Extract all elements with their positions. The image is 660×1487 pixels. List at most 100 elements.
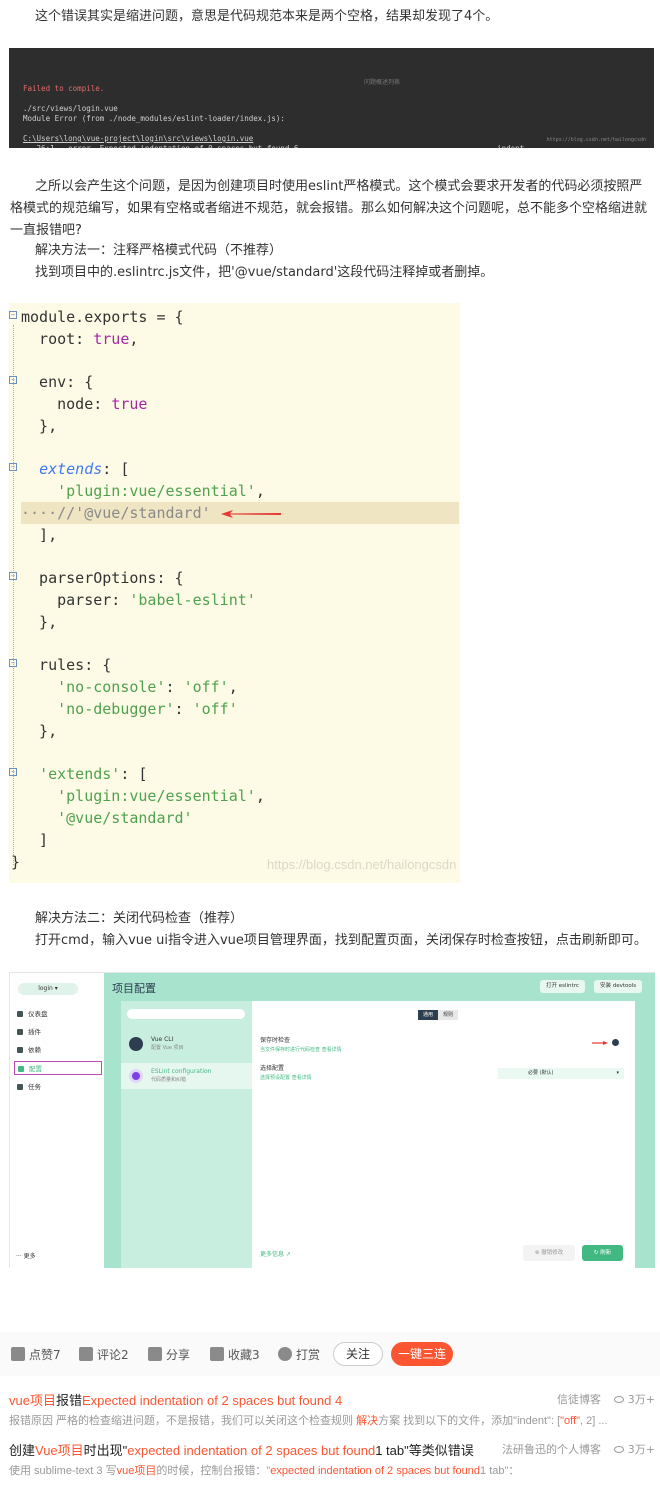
recommend-title[interactable]: 创建Vue项目时出现"expected indentation of 2 spa… <box>9 1440 474 1459</box>
project-selector[interactable]: login ▾ <box>18 983 78 995</box>
text-run: 使用 sublime-text 3 写 <box>9 1465 117 1477</box>
list-item-vue-cli[interactable]: Vue CLI 配置 Vue 项目 <box>121 1031 252 1057</box>
fold-icon[interactable]: − <box>9 572 17 580</box>
recommend-item[interactable]: 创建Vue项目时出现" expected indentation of 2 spa… <box>9 1440 655 1480</box>
text-run: 报错 <box>55 1393 82 1408</box>
article-toolbar: 点赞7 评论2 分享 收藏3 打赏 关注 一键三连 <box>0 1332 660 1376</box>
method1-heading: 解决方法一：注释严格模式代码（不推荐） <box>35 243 283 258</box>
vue-ui-sidebar: login ▾ 仪表盘 插件 依赖 配置 任务 ··· 更多 <box>10 973 104 1268</box>
sidebar-item-tasks[interactable]: 任务 <box>14 1080 102 1094</box>
more-info-link[interactable]: 更多信息 ↗ <box>260 1249 291 1258</box>
method2-description: 打开cmd，输入vue ui指令进入vue项目管理界面，找到配置页面，关闭保存时… <box>35 933 647 948</box>
open-eslintrc-button[interactable]: 打开 eslintrc <box>540 980 585 993</box>
red-arrow-icon <box>592 1041 608 1045</box>
code-line: 'extends': [ <box>39 765 148 783</box>
fold-icon[interactable]: − <box>9 376 17 384</box>
terminal-line: ./src/views/login.vue <box>23 104 118 113</box>
collect-button[interactable]: 收藏3 <box>210 1346 260 1364</box>
search-input[interactable] <box>127 1009 245 1019</box>
terminal-line: Failed to compile. <box>23 84 105 93</box>
tab-rules[interactable]: 规则 <box>438 1010 459 1020</box>
method1-description: 找到项目中的.eslintrc.js文件，把'@vue/standard'这段代… <box>35 265 494 280</box>
tab-general[interactable]: 通用 <box>418 1010 439 1020</box>
fold-icon[interactable]: − <box>9 311 17 319</box>
code-line: rules: { <box>21 656 112 674</box>
code-line: ], <box>21 526 58 544</box>
config-dropdown[interactable]: 必要 (默认) ▾ <box>498 1068 624 1079</box>
terminal-center-label: 问题概述列表 <box>364 79 401 86</box>
sidebar-item-dependencies[interactable]: 依赖 <box>14 1043 102 1057</box>
code-line: 'plugin:vue/essential', <box>57 787 265 805</box>
one-click-triple-button[interactable]: 一键三连 <box>391 1342 453 1366</box>
text-run: 的时候，控制台报错：" <box>156 1465 271 1477</box>
text-run: 报错原因 严格的检查缩进问题，不是报错，我们可以关闭这个检查规则 <box>9 1415 357 1427</box>
recommend-views: 3万+ <box>613 1391 655 1407</box>
share-button[interactable]: 分享 <box>148 1346 190 1364</box>
code-line: }, <box>21 722 58 740</box>
eye-icon <box>613 1396 624 1403</box>
sidebar-more[interactable]: ··· 更多 <box>16 1251 36 1260</box>
fold-icon[interactable]: − <box>9 463 17 471</box>
code-line: }, <box>21 613 58 631</box>
text-run: 1 tab"等类似错误 <box>375 1443 474 1458</box>
text-run: 时出现" <box>83 1443 128 1458</box>
like-button[interactable]: 点赞7 <box>11 1346 61 1364</box>
keyword-highlight: expected indentation of 2 spaces but fou… <box>270 1465 481 1477</box>
list-item-eslint[interactable]: ESLint configuration 代码质量和纠错 <box>121 1063 252 1089</box>
share-icon <box>148 1347 162 1361</box>
lint-on-save-toggle[interactable] <box>612 1039 619 1046</box>
fold-icon[interactable]: − <box>9 768 17 776</box>
star-icon <box>210 1347 224 1361</box>
follow-button[interactable]: 关注 <box>333 1342 383 1366</box>
code-line: ] <box>21 831 49 849</box>
fold-guide <box>13 325 14 865</box>
keyword-highlight: vue项目 <box>9 1393 56 1408</box>
sidebar-item-plugins[interactable]: 插件 <box>14 1025 102 1039</box>
keyword-highlight: Vue项目 <box>35 1443 84 1458</box>
text-run: 创建 <box>9 1443 36 1458</box>
code-line: parser: 'babel-eslint' <box>21 591 256 609</box>
vue-ui-main: 项目配置 打开 eslintrc 安装 devtools Vue CLI 配置 … <box>104 973 655 1268</box>
vue-cli-icon <box>129 1037 143 1051</box>
recommend-description: 使用 sublime-text 3 写vue项目的时候，控制台报错："expec… <box>9 1462 655 1478</box>
refresh-button[interactable]: ↻ 刷新 <box>582 1245 623 1261</box>
code-line: } <box>11 853 21 871</box>
code-line: env: { <box>21 373 94 391</box>
recommend-title[interactable]: vue项目报错Expected indentation of 2 spaces … <box>9 1390 342 1409</box>
explanation-paragraph: 之所以会产生这个问题，是因为创建项目时使用eslint严格模式。这个模式会要求开… <box>10 179 648 238</box>
reward-button[interactable]: 打赏 <box>278 1346 320 1364</box>
code-line: node: true <box>21 395 148 413</box>
red-arrow-icon <box>221 510 281 518</box>
install-devtools-button[interactable]: 安装 devtools <box>594 980 643 993</box>
sidebar-item-config[interactable]: 配置 <box>14 1061 102 1075</box>
intro-paragraph: 这个错误其实是缩进问题，意思是代码规范本来是两个空格，结果却发现了4个。 <box>35 9 499 24</box>
vue-ui-screenshot: login ▾ 仪表盘 插件 依赖 配置 任务 ··· 更多 项目配置 打开 e… <box>9 972 655 1268</box>
fold-icon[interactable]: − <box>9 659 17 667</box>
code-line-commented: ····//'@vue/standard' <box>21 504 211 522</box>
terminal-error-screenshot: Failed to compile. ./src/views/login.vue M… <box>9 48 654 148</box>
recommend-description: 报错原因 严格的检查缩进问题，不是报错，我们可以关闭这个检查规则 解决方案 找到… <box>9 1412 655 1428</box>
code-watermark: https://blog.csdn.net/hailongcsdn <box>267 857 457 872</box>
sidebar-item-dashboard[interactable]: 仪表盘 <box>14 1007 102 1021</box>
recommend-source[interactable]: 信徒博客 <box>557 1391 601 1407</box>
undo-button[interactable]: ⊗ 撤销修改 <box>523 1245 575 1261</box>
code-line: '@vue/standard' <box>57 809 193 827</box>
eye-icon <box>613 1446 624 1453</box>
code-block: − − − − − − module.exports = { root: tru… <box>9 303 460 883</box>
code-line: 'plugin:vue/essential', <box>57 482 265 500</box>
keyword-highlight: Expected indentation of 2 spaces but fou… <box>81 1393 343 1408</box>
method2-heading: 解决方法二：关闭代码检查（推荐） <box>35 911 244 926</box>
code-line: 'no-console': 'off', <box>57 678 238 696</box>
thumbs-up-icon <box>11 1347 25 1361</box>
recommend-item[interactable]: vue项目报错Expected indentation of 2 spaces … <box>9 1390 655 1430</box>
recommend-source[interactable]: 法研鲁迅的个人博客 <box>502 1441 601 1457</box>
code-line: root: true, <box>21 330 139 348</box>
page-title: 项目配置 <box>112 983 156 995</box>
comment-button[interactable]: 评论2 <box>79 1346 129 1364</box>
config-tabs: 通用 规则 <box>418 1010 459 1020</box>
option-lint-on-save: 保存时检查 当文件保存时进行代码检查 查看详情 <box>260 1037 342 1053</box>
code-line: extends: [ <box>39 460 130 478</box>
text-run: 1 tab"： <box>480 1465 520 1477</box>
